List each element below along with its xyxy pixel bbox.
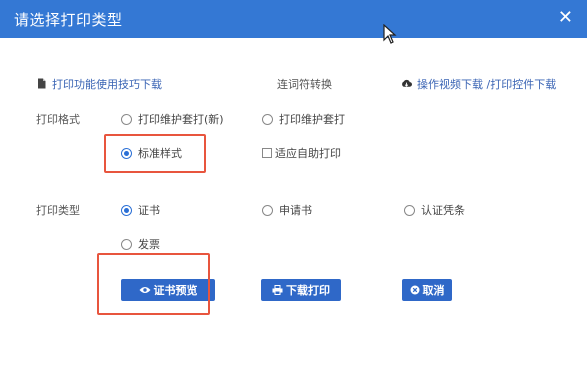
cancel-button[interactable]: 取消	[402, 279, 452, 301]
download-print-button[interactable]: 下载打印	[261, 279, 341, 301]
radio-invoice[interactable]: 发票	[121, 236, 160, 252]
cancel-label: 取消	[422, 284, 445, 297]
close-icon[interactable]: ✕	[558, 8, 573, 28]
radio-label: 申请书	[279, 204, 312, 217]
radio-dot[interactable]	[121, 113, 132, 125]
highlight-box-preview-button	[97, 253, 210, 315]
dialog-title: 请选择打印类型	[14, 11, 123, 29]
hyphen-convert-text[interactable]: 连词符转换	[277, 78, 332, 91]
video-download-text[interactable]: 操作视频下载 /打印控件下载	[417, 78, 556, 91]
checkbox-box[interactable]	[262, 148, 272, 158]
radio-dot[interactable]	[262, 204, 273, 216]
highlight-box-standard-style	[104, 134, 206, 173]
dialog-titlebar: 请选择打印类型 ✕	[0, 0, 587, 38]
radio-certificate[interactable]: 证书	[121, 202, 160, 218]
radio-dot[interactable]	[121, 238, 132, 250]
radio-dot[interactable]	[262, 113, 273, 125]
hyphen-convert-link[interactable]: 连词符转换	[277, 76, 332, 92]
cloud-download-icon	[402, 79, 412, 87]
radio-label: 证书	[138, 204, 160, 217]
print-style-label: 打印格式	[36, 113, 80, 126]
radio-print-maintain-new[interactable]: 打印维护套打(新)	[121, 111, 224, 127]
radio-auth-receipt[interactable]: 认证凭条	[404, 202, 465, 218]
document-icon	[38, 78, 46, 89]
cancel-circle-icon	[410, 285, 419, 295]
radio-dot-selected[interactable]	[121, 204, 132, 216]
video-download-link[interactable]: 操作视频下载 /打印控件下载	[401, 76, 556, 92]
radio-label: 打印维护套打(新)	[138, 113, 224, 126]
radio-dot[interactable]	[404, 204, 415, 216]
radio-application[interactable]: 申请书	[262, 202, 312, 218]
radio-print-maintain[interactable]: 打印维护套打	[262, 111, 345, 127]
radio-label: 发票	[138, 238, 160, 251]
download-print-label: 下载打印	[286, 284, 330, 297]
printer-icon	[272, 285, 283, 295]
tips-download-text[interactable]: 打印功能使用技巧下载	[52, 78, 162, 91]
checkbox-auto-print[interactable]: 适应自助打印	[262, 145, 341, 161]
radio-label: 认证凭条	[421, 204, 465, 217]
checkbox-label: 适应自助打印	[275, 147, 341, 160]
print-type-label: 打印类型	[36, 204, 80, 217]
mouse-cursor-icon	[383, 24, 397, 44]
radio-label: 打印维护套打	[279, 113, 345, 126]
tips-download-link[interactable]: 打印功能使用技巧下载	[36, 76, 162, 92]
